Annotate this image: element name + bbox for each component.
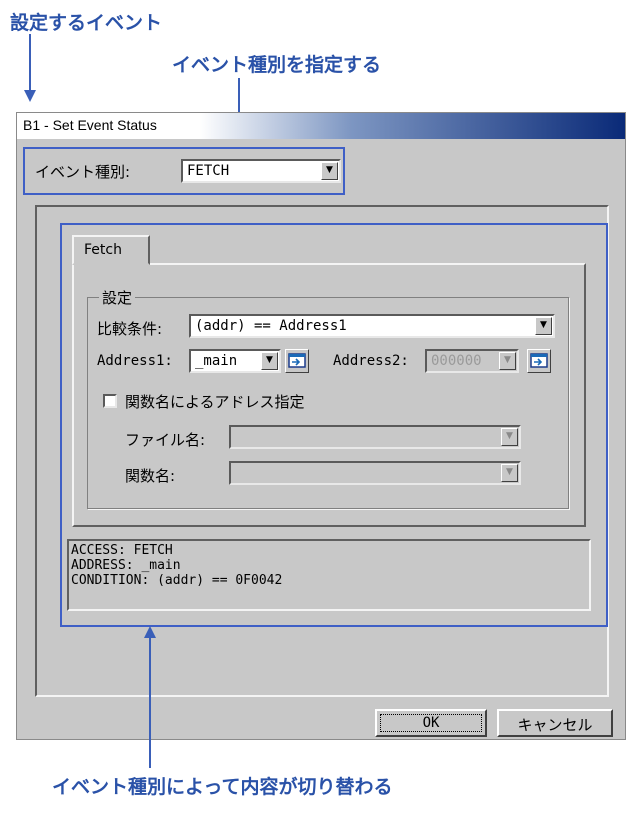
cancel-button[interactable]: キャンセル (497, 709, 613, 737)
event-type-value: FETCH (187, 163, 230, 179)
file-name-label: ファイル名: (125, 431, 206, 449)
chevron-down-icon: ▼ (326, 165, 333, 175)
arrow-line-bottom (149, 636, 151, 768)
arrow-line-left (29, 34, 31, 92)
file-name-dropdown-button[interactable]: ▼ (501, 428, 518, 446)
compare-value: (addr) == Address1 (195, 318, 347, 334)
compare-label: 比較条件: (97, 320, 163, 338)
address2-label: Address2: (333, 353, 409, 369)
event-type-dropdown-button[interactable]: ▼ (321, 162, 338, 180)
function-address-checkbox-label: 関数名によるアドレス指定 (125, 393, 305, 411)
address1-combo[interactable]: _main ▼ (189, 349, 281, 373)
address-browse-icon (288, 353, 306, 368)
event-type-combo[interactable]: FETCH ▼ (181, 159, 341, 183)
compare-combo[interactable]: (addr) == Address1 ▼ (189, 314, 555, 338)
address1-browse-button[interactable] (285, 349, 309, 373)
chevron-down-icon: ▼ (504, 355, 511, 365)
address1-value: _main (195, 353, 238, 369)
event-type-label: イベント種別: (35, 163, 131, 181)
annotation-event-type: イベント種別を指定する (172, 54, 382, 76)
title-bar[interactable]: B1 - Set Event Status (17, 113, 625, 139)
function-address-checkbox[interactable] (103, 394, 117, 408)
event-info-box: ACCESS: FETCH ADDRESS: _main CONDITION: … (67, 539, 591, 611)
ok-label: OK (422, 715, 440, 731)
chevron-down-icon: ▼ (266, 355, 273, 365)
address2-value: 000000 (431, 353, 482, 369)
address2-combo[interactable]: 000000 ▼ (425, 349, 519, 373)
address1-dropdown-button[interactable]: ▼ (261, 352, 278, 370)
address-browse-icon (530, 353, 548, 368)
address1-label: Address1: (97, 353, 173, 369)
chevron-down-icon: ▼ (506, 467, 513, 477)
event-type-highlight: イベント種別: FETCH ▼ (23, 147, 345, 195)
function-name-dropdown-button[interactable]: ▼ (501, 464, 518, 482)
cancel-label: キャンセル (517, 716, 593, 734)
event-info-text: ACCESS: FETCH ADDRESS: _main CONDITION: … (71, 543, 282, 588)
set-event-status-dialog: B1 - Set Event Status イベント種別: FETCH ▼ Fe… (16, 112, 626, 740)
ok-button[interactable]: OK (375, 709, 487, 737)
address2-browse-button[interactable] (527, 349, 551, 373)
file-name-combo[interactable]: ▼ (229, 425, 521, 449)
function-name-combo[interactable]: ▼ (229, 461, 521, 485)
chevron-down-icon: ▼ (540, 320, 547, 330)
tab-fetch-label: Fetch (84, 242, 122, 258)
dialog-title: B1 - Set Event Status (23, 117, 157, 133)
event-info-line: ADDRESS: _main (71, 558, 181, 573)
settings-group-label: 設定 (99, 287, 136, 308)
annotation-event-to-set: 設定するイベント (10, 12, 163, 34)
annotation-content-switch: イベント種別によって内容が切り替わる (52, 776, 393, 798)
address2-dropdown-button[interactable]: ▼ (499, 352, 516, 370)
chevron-down-icon: ▼ (506, 431, 513, 441)
function-name-label: 関数名: (125, 467, 176, 485)
event-info-line: CONDITION: (addr) == 0F0042 (71, 573, 283, 588)
arrow-head-left (24, 90, 36, 102)
compare-dropdown-button[interactable]: ▼ (535, 317, 552, 335)
tab-fetch[interactable]: Fetch (72, 235, 150, 265)
event-info-line: ACCESS: FETCH (71, 543, 173, 558)
